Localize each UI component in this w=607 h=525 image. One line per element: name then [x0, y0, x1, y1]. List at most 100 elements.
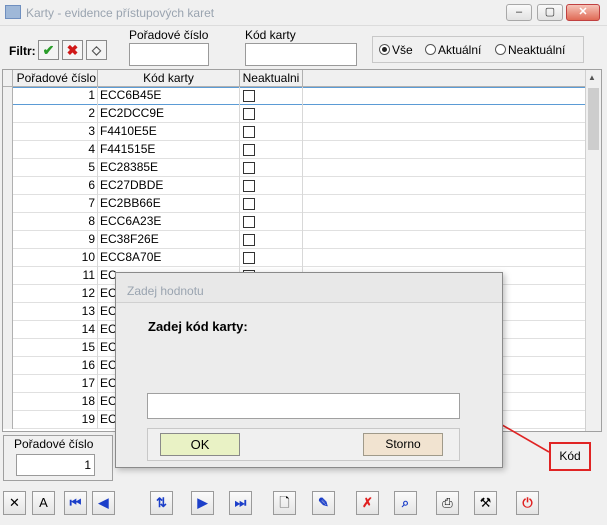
- cell-poradove-cislo[interactable]: 18: [13, 393, 98, 411]
- cell-poradove-cislo[interactable]: 11: [13, 267, 98, 285]
- row-indicator[interactable]: [3, 177, 13, 195]
- table-row[interactable]: 5 EC28385E: [3, 159, 587, 177]
- cell-poradove-cislo[interactable]: 1: [13, 87, 98, 105]
- radio-vse[interactable]: Vše: [379, 43, 413, 57]
- scroll-up-arrow-icon[interactable]: ▲: [588, 73, 596, 82]
- filter-kod-karty-input[interactable]: [245, 43, 357, 66]
- cell-poradove-cislo[interactable]: 5: [13, 159, 98, 177]
- cell-kod-karty[interactable]: EC2BB66E: [98, 195, 240, 213]
- close-window-button[interactable]: ✕: [566, 4, 600, 21]
- row-indicator[interactable]: [3, 393, 13, 411]
- row-indicator[interactable]: [3, 285, 13, 303]
- row-indicator[interactable]: [3, 357, 13, 375]
- last-record-button[interactable]: ⏭: [229, 491, 252, 515]
- table-row[interactable]: 6 EC27DBDE: [3, 177, 587, 195]
- radio-aktualni[interactable]: Aktuální: [425, 43, 481, 57]
- minimize-button[interactable]: –: [506, 4, 532, 21]
- row-indicator[interactable]: [3, 267, 13, 285]
- cell-kod-karty[interactable]: ECC6A23E: [98, 213, 240, 231]
- cell-poradove-cislo[interactable]: 10: [13, 249, 98, 267]
- table-row[interactable]: 2 EC2DCC9E: [3, 105, 587, 123]
- column-header-kod-karty[interactable]: Kód karty: [98, 70, 240, 87]
- detail-poradove-cislo-field[interactable]: 1: [16, 454, 95, 476]
- column-header-neaktualni[interactable]: Neaktualni: [240, 70, 303, 87]
- table-row[interactable]: 10 ECC8A70E: [3, 249, 587, 267]
- column-header-poradove-cislo[interactable]: Pořadové číslo: [13, 70, 98, 87]
- row-indicator[interactable]: [3, 231, 13, 249]
- table-row[interactable]: 9 EC38F26E: [3, 231, 587, 249]
- row-indicator[interactable]: [3, 321, 13, 339]
- cell-poradove-cislo[interactable]: 3: [13, 123, 98, 141]
- cell-kod-karty[interactable]: EC27DBDE: [98, 177, 240, 195]
- kod-button[interactable]: Kód: [549, 442, 591, 471]
- power-button[interactable]: ⏻: [516, 491, 539, 515]
- cell-poradove-cislo[interactable]: 14: [13, 321, 98, 339]
- neaktualni-checkbox[interactable]: [243, 180, 255, 192]
- neaktualni-checkbox[interactable]: [243, 234, 255, 246]
- clear-filter-eraser-icon[interactable]: ◇: [86, 40, 107, 60]
- row-indicator[interactable]: [3, 249, 13, 267]
- cell-poradove-cislo[interactable]: 16: [13, 357, 98, 375]
- cell-kod-karty[interactable]: ECC6B45E: [98, 87, 240, 105]
- cell-poradove-cislo[interactable]: 12: [13, 285, 98, 303]
- row-indicator[interactable]: [3, 87, 13, 105]
- first-record-button[interactable]: ⏮: [64, 491, 87, 515]
- cell-poradove-cislo[interactable]: 19: [13, 411, 98, 429]
- table-row[interactable]: 7 EC2BB66E: [3, 195, 587, 213]
- cell-poradove-cislo[interactable]: 9: [13, 231, 98, 249]
- cell-kod-karty[interactable]: F441515E: [98, 141, 240, 159]
- print-button[interactable]: ⎙: [436, 491, 459, 515]
- neaktualni-checkbox[interactable]: [243, 216, 255, 228]
- neaktualni-checkbox[interactable]: [243, 126, 255, 138]
- search-record-button[interactable]: ⌕: [394, 491, 417, 515]
- neaktualni-checkbox[interactable]: [243, 108, 255, 120]
- cell-poradove-cislo[interactable]: 8: [13, 213, 98, 231]
- cell-kod-karty[interactable]: F4410E5E: [98, 123, 240, 141]
- row-indicator[interactable]: [3, 123, 13, 141]
- cell-poradove-cislo[interactable]: 6: [13, 177, 98, 195]
- filter-poradove-cislo-input[interactable]: [129, 43, 209, 66]
- cell-poradove-cislo[interactable]: 13: [13, 303, 98, 321]
- scroll-thumb[interactable]: [588, 88, 599, 150]
- radio-neaktualni[interactable]: Neaktuální: [495, 43, 565, 57]
- dialog-kod-karty-input[interactable]: [147, 393, 460, 419]
- cell-poradove-cislo[interactable]: 15: [13, 339, 98, 357]
- neaktualni-checkbox[interactable]: [243, 144, 255, 156]
- edit-record-button[interactable]: ✎: [312, 491, 335, 515]
- dialog-ok-button[interactable]: OK: [160, 433, 240, 456]
- neaktualni-checkbox[interactable]: [243, 90, 255, 102]
- neaktualni-checkbox[interactable]: [243, 198, 255, 210]
- sort-button[interactable]: ⇅: [150, 491, 173, 515]
- row-indicator[interactable]: [3, 159, 13, 177]
- cell-poradove-cislo[interactable]: 7: [13, 195, 98, 213]
- cell-poradove-cislo[interactable]: 4: [13, 141, 98, 159]
- cell-kod-karty[interactable]: EC38F26E: [98, 231, 240, 249]
- delete-record-button[interactable]: ✗: [356, 491, 379, 515]
- vertical-scrollbar[interactable]: ▲: [585, 70, 601, 431]
- new-record-button[interactable]: 🗋: [273, 491, 296, 515]
- cell-kod-karty[interactable]: ECC8A70E: [98, 249, 240, 267]
- neaktualni-checkbox[interactable]: [243, 252, 255, 264]
- row-indicator[interactable]: [3, 339, 13, 357]
- row-indicator[interactable]: [3, 375, 13, 393]
- apply-filter-check-icon[interactable]: ✔: [38, 40, 59, 60]
- neaktualni-checkbox[interactable]: [243, 162, 255, 174]
- table-row[interactable]: 8 ECC6A23E: [3, 213, 587, 231]
- next-record-button[interactable]: ▶: [191, 491, 214, 515]
- row-indicator[interactable]: [3, 303, 13, 321]
- row-indicator[interactable]: [3, 141, 13, 159]
- cell-kod-karty[interactable]: EC2DCC9E: [98, 105, 240, 123]
- tools-button[interactable]: ⚒: [474, 491, 497, 515]
- cell-kod-karty[interactable]: EC28385E: [98, 159, 240, 177]
- font-tool-button[interactable]: A: [32, 491, 55, 515]
- row-indicator[interactable]: [3, 411, 13, 429]
- row-indicator[interactable]: [3, 213, 13, 231]
- cell-poradove-cislo[interactable]: 17: [13, 375, 98, 393]
- table-row[interactable]: 1 ECC6B45E: [3, 87, 587, 105]
- cell-poradove-cislo[interactable]: 2: [13, 105, 98, 123]
- close-tool-button[interactable]: ✕: [3, 491, 26, 515]
- maximize-button[interactable]: ▢: [537, 4, 563, 21]
- dialog-storno-button[interactable]: Storno: [363, 433, 443, 456]
- table-row[interactable]: 4 F441515E: [3, 141, 587, 159]
- cancel-filter-x-icon[interactable]: ✖: [62, 40, 83, 60]
